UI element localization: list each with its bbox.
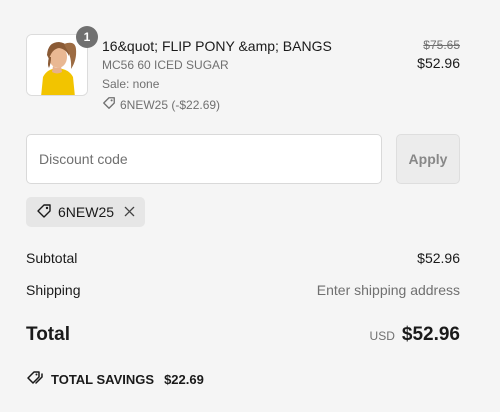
total-row: Total USD $52.96	[26, 324, 460, 346]
total-value: $52.96	[401, 324, 460, 345]
savings-value: $22.69	[164, 372, 204, 387]
discount-code-input[interactable]	[26, 134, 382, 184]
remove-discount-close-icon[interactable]	[124, 204, 135, 221]
product-sale-status: Sale: none	[102, 77, 160, 91]
discounted-price: $52.96	[417, 55, 460, 71]
product-info: 16&quot; FLIP PONY &amp; BANGS MC56 60 I…	[102, 37, 352, 113]
discount-form: Apply	[26, 134, 460, 184]
product-discount-text: 6NEW25 (-$22.69)	[120, 97, 221, 112]
line-item: 1 16&quot; FLIP PONY &amp; BANGS MC56 60…	[26, 26, 460, 113]
applied-discount-code: 6NEW25	[58, 204, 115, 220]
applied-discount-chip: 6NEW25	[26, 197, 146, 227]
shipping-label: Shipping	[26, 282, 81, 298]
savings-tag-icon	[26, 370, 44, 389]
product-variant: MC56 60 ICED SUGAR	[102, 58, 229, 72]
quantity-badge: 1	[76, 26, 98, 48]
subtotal-row: Subtotal $52.96	[26, 250, 460, 266]
subtotal-value: $52.96	[417, 250, 460, 266]
original-price: $75.65	[423, 38, 460, 52]
shipping-row: Shipping Enter shipping address	[26, 282, 460, 298]
product-prices: $75.65 $52.96	[417, 38, 460, 72]
currency-code: USD	[369, 329, 395, 343]
total-label: Total	[26, 324, 70, 345]
product-thumbnail-wrapper: 1	[26, 26, 98, 96]
product-title: 16&quot; FLIP PONY &amp; BANGS	[102, 38, 332, 54]
total-savings-row: TOTAL SAVINGS $22.69	[26, 370, 204, 389]
subtotal-label: Subtotal	[26, 250, 78, 266]
shipping-value: Enter shipping address	[316, 282, 460, 298]
tag-icon	[36, 203, 52, 222]
apply-button[interactable]: Apply	[396, 134, 460, 184]
total-amount-group: USD $52.96	[370, 324, 460, 346]
product-discount-line: 6NEW25 (-$22.69)	[102, 96, 352, 113]
savings-label: TOTAL SAVINGS	[51, 372, 155, 387]
tag-icon	[102, 96, 116, 113]
